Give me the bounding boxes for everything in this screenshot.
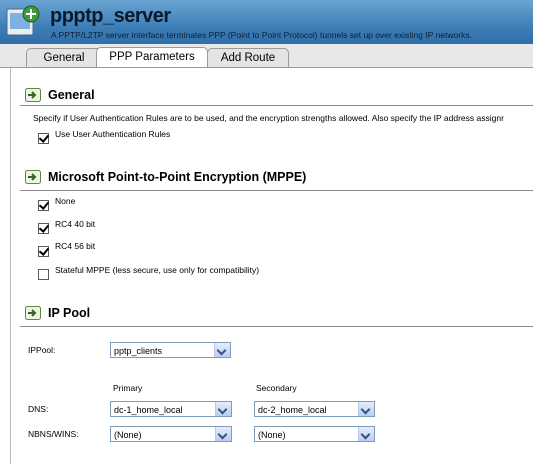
section-title-mppe: Microsoft Point-to-Point Encryption (MPP… xyxy=(48,170,307,184)
page-title: ppptp_server xyxy=(50,5,171,27)
use-auth-rules-checkbox[interactable] xyxy=(38,133,49,144)
nbns-label: NBNS/WINS: xyxy=(28,429,79,439)
dns-secondary-select[interactable]: dc-2_home_local xyxy=(254,401,375,417)
mppe-rc4-56-label: RC4 56 bit xyxy=(55,241,96,251)
dns-label: DNS: xyxy=(28,404,49,414)
header-bar: ppptp_server A PPTP/L2TP server interfac… xyxy=(0,0,533,44)
ippool-select-value: pptp_clients xyxy=(114,346,163,356)
section-title-general: General xyxy=(48,88,95,102)
dns-secondary-value: dc-2_home_local xyxy=(258,405,327,415)
tab-add-route[interactable]: Add Route xyxy=(207,48,289,67)
chevron-down-icon xyxy=(215,402,231,416)
section-divider xyxy=(20,190,533,191)
chevron-down-icon xyxy=(215,427,231,441)
page-subtitle: A PPTP/L2TP server interface terminates … xyxy=(51,30,472,40)
arrow-section-icon xyxy=(25,170,41,184)
mppe-stateful-label: Stateful MPPE (less secure, use only for… xyxy=(55,265,260,275)
arrow-section-icon xyxy=(25,88,41,102)
tab-ppp-parameters[interactable]: PPP Parameters xyxy=(96,47,208,68)
network-interface-icon xyxy=(6,5,40,36)
mppe-none-checkbox[interactable] xyxy=(38,200,49,211)
mppe-stateful-checkbox[interactable] xyxy=(38,269,49,280)
use-auth-rules-label: Use User Authentication Rules xyxy=(55,129,171,139)
primary-column-label: Primary xyxy=(113,383,143,393)
nbns-primary-select[interactable]: (None) xyxy=(110,426,232,442)
section-divider xyxy=(20,105,533,106)
mppe-rc4-56-checkbox[interactable] xyxy=(38,246,49,257)
ippool-label: IPPool: xyxy=(28,345,56,355)
secondary-column-label: Secondary xyxy=(256,383,297,393)
arrow-section-icon xyxy=(25,306,41,320)
ippool-select[interactable]: pptp_clients xyxy=(110,342,231,358)
dns-primary-value: dc-1_home_local xyxy=(114,405,183,415)
mppe-rc4-40-checkbox[interactable] xyxy=(38,223,49,234)
nbns-secondary-value: (None) xyxy=(258,430,286,440)
section-divider xyxy=(20,326,533,327)
chevron-down-icon xyxy=(358,427,374,441)
dns-primary-select[interactable]: dc-1_home_local xyxy=(110,401,232,417)
chevron-down-icon xyxy=(358,402,374,416)
chevron-down-icon xyxy=(214,343,230,357)
tab-general[interactable]: General xyxy=(26,48,102,67)
mppe-rc4-40-label: RC4 40 bit xyxy=(55,219,96,229)
nbns-secondary-select[interactable]: (None) xyxy=(254,426,375,442)
section-title-ippool: IP Pool xyxy=(48,306,91,320)
mppe-none-label: None xyxy=(55,196,76,206)
general-description: Specify if User Authentication Rules are… xyxy=(33,113,504,123)
nbns-primary-value: (None) xyxy=(114,430,142,440)
